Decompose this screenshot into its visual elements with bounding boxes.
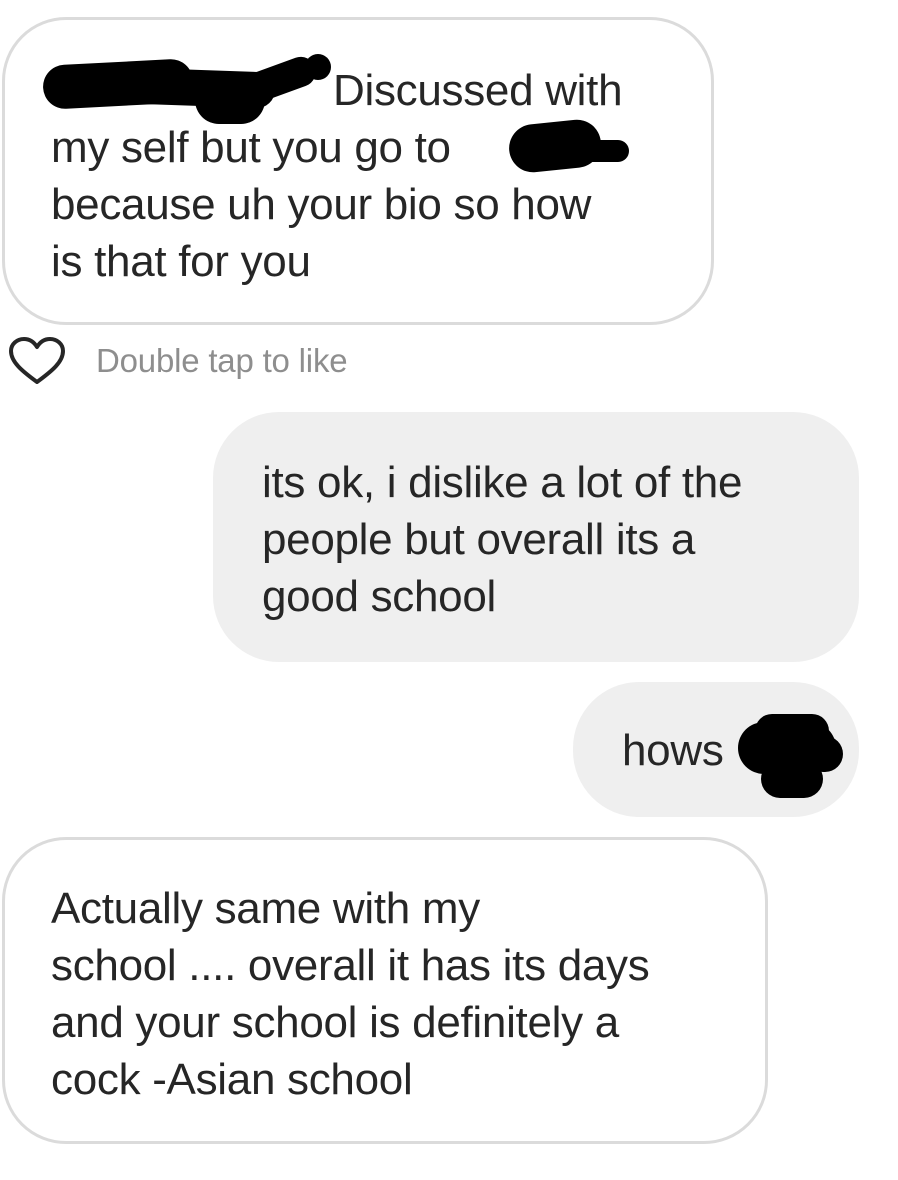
heart-outline-icon[interactable] [8,336,66,386]
message-bubble-outgoing[interactable]: hows [573,682,859,817]
redaction-mark [305,54,331,80]
double-tap-hint: Double tap to like [96,342,348,379]
message-bubble-incoming[interactable]: Actually same with my school .... overal… [2,837,768,1144]
message-text: Actually same with my school .... overal… [51,884,650,1104]
message-text: its ok, i dislike a lot of the people bu… [262,458,743,621]
message-bubble-incoming[interactable]: Discussed with my self but you go to bec… [2,17,714,325]
redaction-mark [575,140,629,162]
redaction-mark [805,736,843,772]
message-text: hows [622,726,724,775]
message-bubble-outgoing[interactable]: its ok, i dislike a lot of the people bu… [213,412,859,662]
like-hint-row[interactable]: Double tap to like [8,333,348,389]
